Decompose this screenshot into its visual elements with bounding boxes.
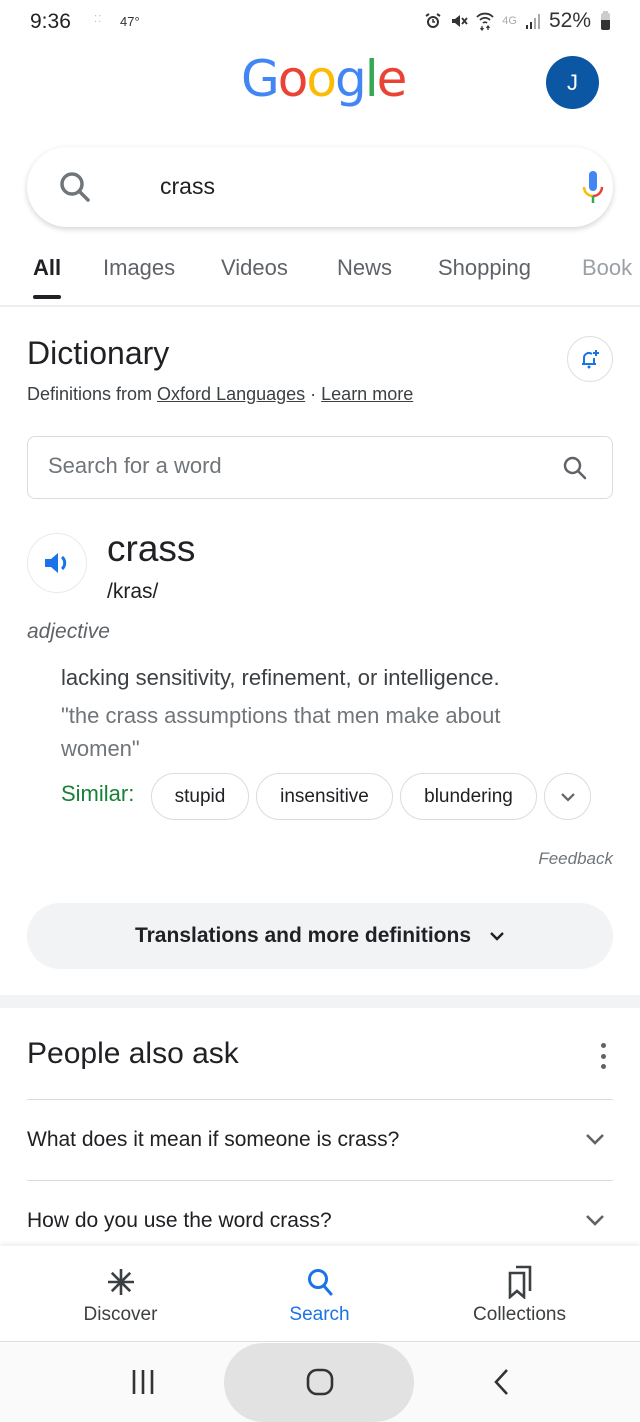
expand-similar-button[interactable]: [544, 773, 591, 820]
google-logo[interactable]: Google: [241, 50, 408, 108]
battery-percent: 52%: [548, 9, 591, 32]
recents-button[interactable]: [128, 1365, 158, 1399]
logo-letter: l: [364, 50, 379, 108]
dictionary-title: Dictionary: [27, 335, 170, 371]
bell-plus-icon: [582, 350, 599, 369]
nav-label: Search: [289, 1304, 350, 1325]
system-navigation-bar: [0, 1343, 640, 1422]
nav-label: Collections: [473, 1304, 566, 1325]
chevron-down-icon: [490, 932, 504, 941]
oxford-languages-link[interactable]: Oxford Languages: [157, 384, 305, 404]
chevron-down-icon: [560, 792, 575, 802]
asterisk-icon: [107, 1269, 134, 1295]
tab-videos[interactable]: Videos: [221, 255, 288, 281]
temperature: 47°: [120, 14, 140, 29]
example-sentence: "the crass assumptions that men make abo…: [61, 703, 501, 761]
search-icon[interactable]: [562, 455, 588, 481]
section-divider: [0, 995, 640, 1008]
subscribe-button[interactable]: [567, 336, 613, 382]
4g-icon: 4G: [502, 15, 517, 27]
phonetic: /kras/: [107, 580, 159, 603]
similar-chip[interactable]: stupid: [151, 773, 249, 820]
more-options-icon[interactable]: [595, 1043, 611, 1069]
mute-icon: [452, 15, 468, 27]
logo-letter: e: [376, 50, 408, 108]
paa-question-text: How do you use the word crass?: [27, 1209, 332, 1232]
search-bar[interactable]: crass: [27, 147, 613, 227]
source-prefix: Definitions from: [27, 384, 158, 404]
more-definitions-button[interactable]: Translations and more definitions: [27, 903, 613, 969]
logo-letter: o: [306, 50, 337, 108]
speaker-icon: [45, 553, 67, 573]
search-icon[interactable]: [57, 169, 93, 205]
recents-icon: [132, 1370, 154, 1394]
bottom-navigation: Discover Search Collections: [0, 1246, 640, 1342]
word-search-input[interactable]: [48, 453, 548, 479]
wifi-icon: [476, 12, 494, 31]
separator: ·: [305, 384, 322, 404]
chevron-down-icon: [586, 1215, 604, 1226]
alarm-icon: [425, 13, 441, 28]
similar-label: Similar:: [61, 781, 135, 806]
paa-question[interactable]: What does it mean if someone is crass?: [27, 1099, 613, 1181]
feedback-link[interactable]: Feedback: [538, 849, 613, 869]
home-button[interactable]: [303, 1365, 337, 1399]
similar-chip[interactable]: insensitive: [256, 773, 393, 820]
status-bar: 9:36 ⁚⁚ 47° 4G 52%: [0, 0, 640, 46]
logo-letter: o: [277, 50, 309, 108]
collections-icon: [508, 1265, 531, 1299]
battery-icon: [601, 10, 610, 30]
tab-news[interactable]: News: [337, 255, 392, 281]
tab-shopping[interactable]: Shopping: [438, 255, 531, 281]
part-of-speech: adjective: [27, 620, 110, 643]
back-button[interactable]: [488, 1365, 514, 1399]
tab-all[interactable]: All: [33, 255, 62, 299]
notification-dots-icon: ⁚⁚: [94, 14, 103, 25]
definition: lacking sensitivity, refinement, or inte…: [61, 665, 500, 690]
word-search-box[interactable]: [27, 436, 613, 499]
tab-books[interactable]: Book: [582, 255, 632, 281]
chevron-down-icon: [586, 1134, 604, 1145]
tab-images[interactable]: Images: [103, 255, 175, 281]
logo-letter: G: [241, 50, 280, 108]
nav-discover[interactable]: Discover: [14, 1246, 227, 1342]
search-tabs: All Images Videos News Shopping Book: [0, 245, 640, 307]
nav-label: Discover: [83, 1304, 158, 1325]
headword: crass: [107, 528, 196, 569]
logo-letter: g: [334, 50, 367, 108]
dictionary-source: Definitions from Oxford Languages · Lear…: [27, 384, 413, 405]
nav-collections[interactable]: Collections: [413, 1246, 626, 1342]
similar-chip[interactable]: blundering: [400, 773, 537, 820]
learn-more-link[interactable]: Learn more: [321, 384, 413, 404]
microphone-icon[interactable]: [580, 169, 606, 209]
signal-icon: [525, 14, 540, 29]
pronunciation-button[interactable]: [27, 533, 87, 593]
nav-search[interactable]: Search: [213, 1246, 426, 1342]
clock: 9:36: [30, 10, 71, 33]
paa-question-text: What does it mean if someone is crass?: [27, 1128, 400, 1151]
home-icon: [306, 1368, 334, 1396]
search-query[interactable]: crass: [160, 173, 215, 200]
back-icon: [494, 1369, 508, 1395]
search-icon: [307, 1269, 332, 1296]
people-also-ask-title: People also ask: [27, 1037, 239, 1070]
account-avatar[interactable]: J: [546, 56, 599, 109]
more-definitions-label: Translations and more definitions: [134, 924, 472, 947]
